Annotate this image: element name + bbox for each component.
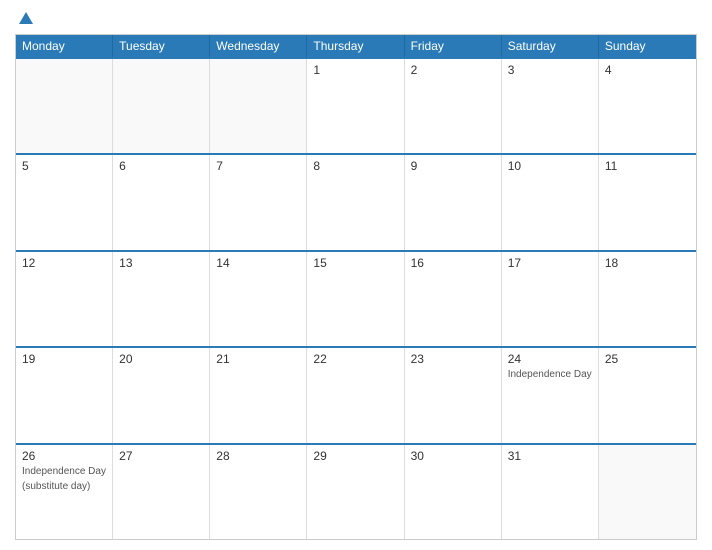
calendar: MondayTuesdayWednesdayThursdayFridaySatu… [15,34,697,540]
calendar-cell: 22 [307,348,404,442]
day-number: 16 [411,256,495,270]
calendar-row: 12 13 14 15 16 17 18 [16,250,696,346]
day-number: 11 [605,159,690,173]
calendar-cell: 27 [113,445,210,539]
day-number: 22 [313,352,397,366]
day-number: 5 [22,159,106,173]
calendar-cell [16,59,113,153]
calendar-row: 56789 10 11 [16,153,696,249]
calendar-cell: 16 [405,252,502,346]
day-number: 28 [216,449,300,463]
day-number: 6 [119,159,203,173]
day-number: 1 [313,63,397,77]
weekday-header: Friday [405,35,502,57]
calendar-cell: 1 [307,59,404,153]
calendar-cell: 20 [113,348,210,442]
weekday-header: Wednesday [210,35,307,57]
day-number: 31 [508,449,592,463]
calendar-cell: 8 [307,155,404,249]
header [15,10,697,28]
calendar-cell: 11 [599,155,696,249]
calendar-row: 26 Independence Day (substitute day) 27 28 2… [16,443,696,539]
calendar-cell: 21 [210,348,307,442]
day-number: 27 [119,449,203,463]
calendar-cell [113,59,210,153]
calendar-cell: 28 [210,445,307,539]
calendar-row: 1234 [16,57,696,153]
day-number: 9 [411,159,495,173]
day-number: 23 [411,352,495,366]
day-number: 13 [119,256,203,270]
day-number: 24 [508,352,592,366]
calendar-cell: 23 [405,348,502,442]
calendar-page: MondayTuesdayWednesdayThursdayFridaySatu… [0,0,712,550]
calendar-cell: 4 [599,59,696,153]
day-number: 25 [605,352,690,366]
calendar-cell: 7 [210,155,307,249]
day-number: 19 [22,352,106,366]
logo [15,10,37,28]
day-number: 7 [216,159,300,173]
calendar-cell [599,445,696,539]
day-number: 30 [411,449,495,463]
day-number: 4 [605,63,690,77]
calendar-cell: 29 [307,445,404,539]
calendar-cell: 13 [113,252,210,346]
calendar-cell: 24 Independence Day [502,348,599,442]
day-number: 29 [313,449,397,463]
calendar-cell: 17 [502,252,599,346]
day-number: 20 [119,352,203,366]
day-number: 8 [313,159,397,173]
calendar-cell: 18 [599,252,696,346]
weekday-header: Monday [16,35,113,57]
weekday-header: Thursday [307,35,404,57]
calendar-cell: 6 [113,155,210,249]
calendar-cell [210,59,307,153]
day-number: 26 [22,449,106,463]
day-number: 17 [508,256,592,270]
calendar-cell: 10 [502,155,599,249]
day-number: 12 [22,256,106,270]
calendar-cell: 26 Independence Day (substitute day) [16,445,113,539]
day-number: 10 [508,159,592,173]
calendar-cell: 5 [16,155,113,249]
calendar-row: 19 20 21 22 23 24 Independence Day 25 [16,346,696,442]
calendar-cell: 9 [405,155,502,249]
day-number: 14 [216,256,300,270]
day-number: 18 [605,256,690,270]
weekday-header: Tuesday [113,35,210,57]
weekday-header: Saturday [502,35,599,57]
event-label: Independence Day (substitute day) [22,466,106,492]
weekday-header: Sunday [599,35,696,57]
event-label: Independence Day [508,369,592,380]
calendar-cell: 25 [599,348,696,442]
calendar-cell: 19 [16,348,113,442]
calendar-cell: 12 [16,252,113,346]
day-number: 3 [508,63,592,77]
calendar-cell: 30 [405,445,502,539]
logo-icon [17,10,35,28]
day-number: 21 [216,352,300,366]
day-number: 15 [313,256,397,270]
calendar-body: 123456789101112131415161718192021222324I… [16,57,696,539]
calendar-cell: 15 [307,252,404,346]
calendar-cell: 31 [502,445,599,539]
calendar-header: MondayTuesdayWednesdayThursdayFridaySatu… [16,35,696,57]
day-number: 2 [411,63,495,77]
calendar-cell: 14 [210,252,307,346]
calendar-cell: 2 [405,59,502,153]
calendar-cell: 3 [502,59,599,153]
